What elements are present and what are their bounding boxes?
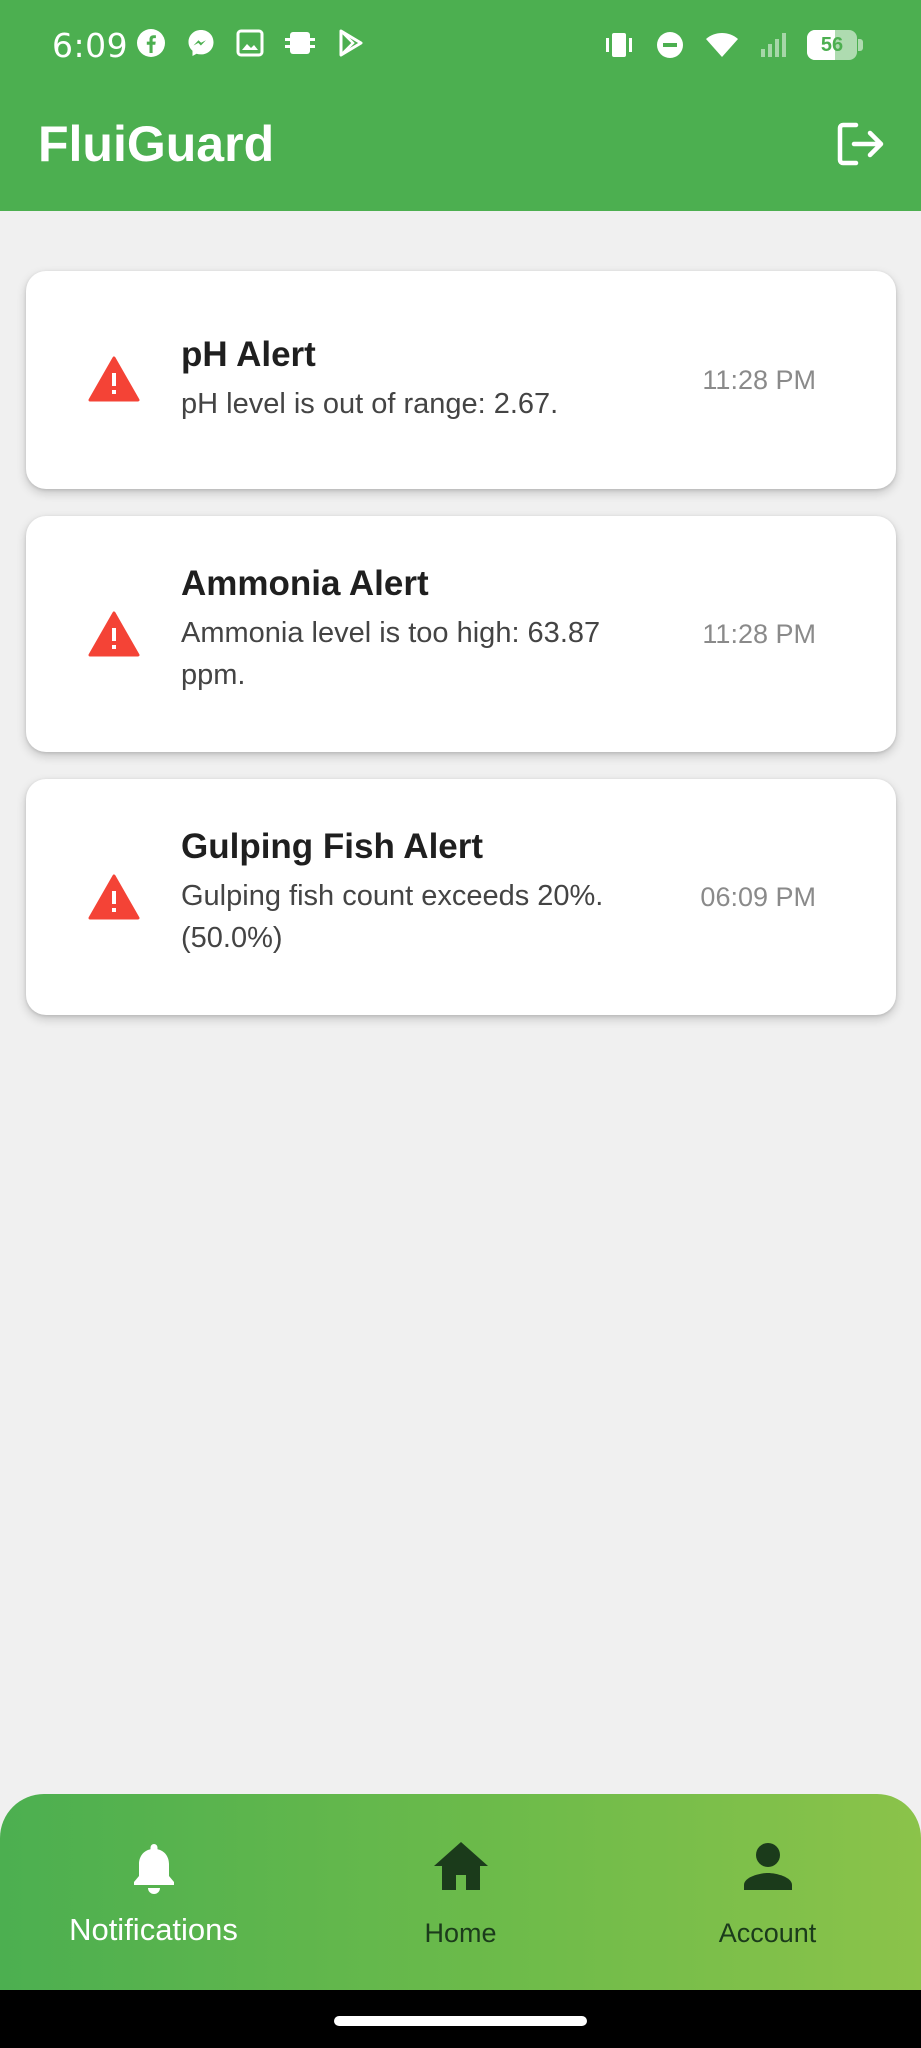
alert-title: pH Alert (181, 335, 316, 374)
home-indicator[interactable] (334, 2016, 587, 2026)
battery-level: 56 (820, 34, 844, 56)
account-icon (742, 1840, 794, 1897)
alert-time: 11:28 PM (702, 619, 816, 649)
alert-content: Gulping Fish Alert Gulping fish count ex… (181, 825, 621, 959)
status-bar: 6:09 56 (0, 0, 921, 95)
signal-icon (759, 31, 787, 59)
messenger-icon (186, 28, 216, 58)
do-not-disturb-icon (655, 30, 685, 60)
app-title: FluiGuard (38, 116, 275, 172)
alert-title: Gulping Fish Alert (181, 827, 484, 866)
nav-label: Home (424, 1918, 497, 1948)
alert-content: Ammonia Alert Ammonia level is too high:… (181, 562, 621, 696)
nav-label: Account (718, 1918, 817, 1948)
alert-card-ph[interactable]: pH Alert pH level is out of range: 2.67.… (26, 271, 896, 489)
nav-notifications[interactable]: Notifications (0, 1794, 307, 1990)
alert-card-ammonia[interactable]: Ammonia Alert Ammonia level is too high:… (26, 516, 896, 752)
notification-icons (136, 28, 366, 58)
nav-label: Notifications (69, 1912, 238, 1947)
alert-title: Ammonia Alert (181, 564, 429, 603)
nav-home[interactable]: Home (307, 1794, 614, 1990)
home-icon (432, 1840, 490, 1897)
alert-time: 06:09 PM (700, 882, 816, 912)
gallery-icon (236, 29, 264, 57)
nav-account[interactable]: Account (614, 1794, 921, 1990)
play-store-icon (336, 28, 366, 58)
bottom-nav: Notifications Home Account (0, 1794, 921, 1990)
warning-icon (88, 611, 140, 657)
system-icon (284, 28, 316, 58)
alert-message: Gulping fish count exceeds 20%. (50.0%) (181, 880, 604, 954)
logout-button[interactable] (831, 116, 891, 176)
system-status-icons: 56 (603, 28, 863, 62)
warning-icon (88, 356, 140, 402)
alert-message: pH level is out of range: 2.67. (181, 388, 559, 420)
alert-content: pH Alert pH level is out of range: 2.67. (181, 333, 661, 425)
battery-icon: 56 (807, 28, 863, 62)
logout-icon (836, 121, 886, 172)
app-header: 6:09 56 FluiGuard (0, 0, 921, 211)
facebook-icon (136, 28, 166, 58)
wifi-icon (705, 31, 739, 59)
bell-icon (129, 1840, 179, 1901)
warning-icon (88, 874, 140, 920)
alert-message: Ammonia level is too high: 63.87 ppm. (181, 617, 601, 691)
alert-time: 11:28 PM (702, 365, 816, 395)
alert-card-gulping-fish[interactable]: Gulping Fish Alert Gulping fish count ex… (26, 779, 896, 1015)
status-time: 6:09 (52, 26, 129, 65)
system-nav-bar (0, 1990, 921, 2048)
vibrate-icon (603, 31, 635, 59)
